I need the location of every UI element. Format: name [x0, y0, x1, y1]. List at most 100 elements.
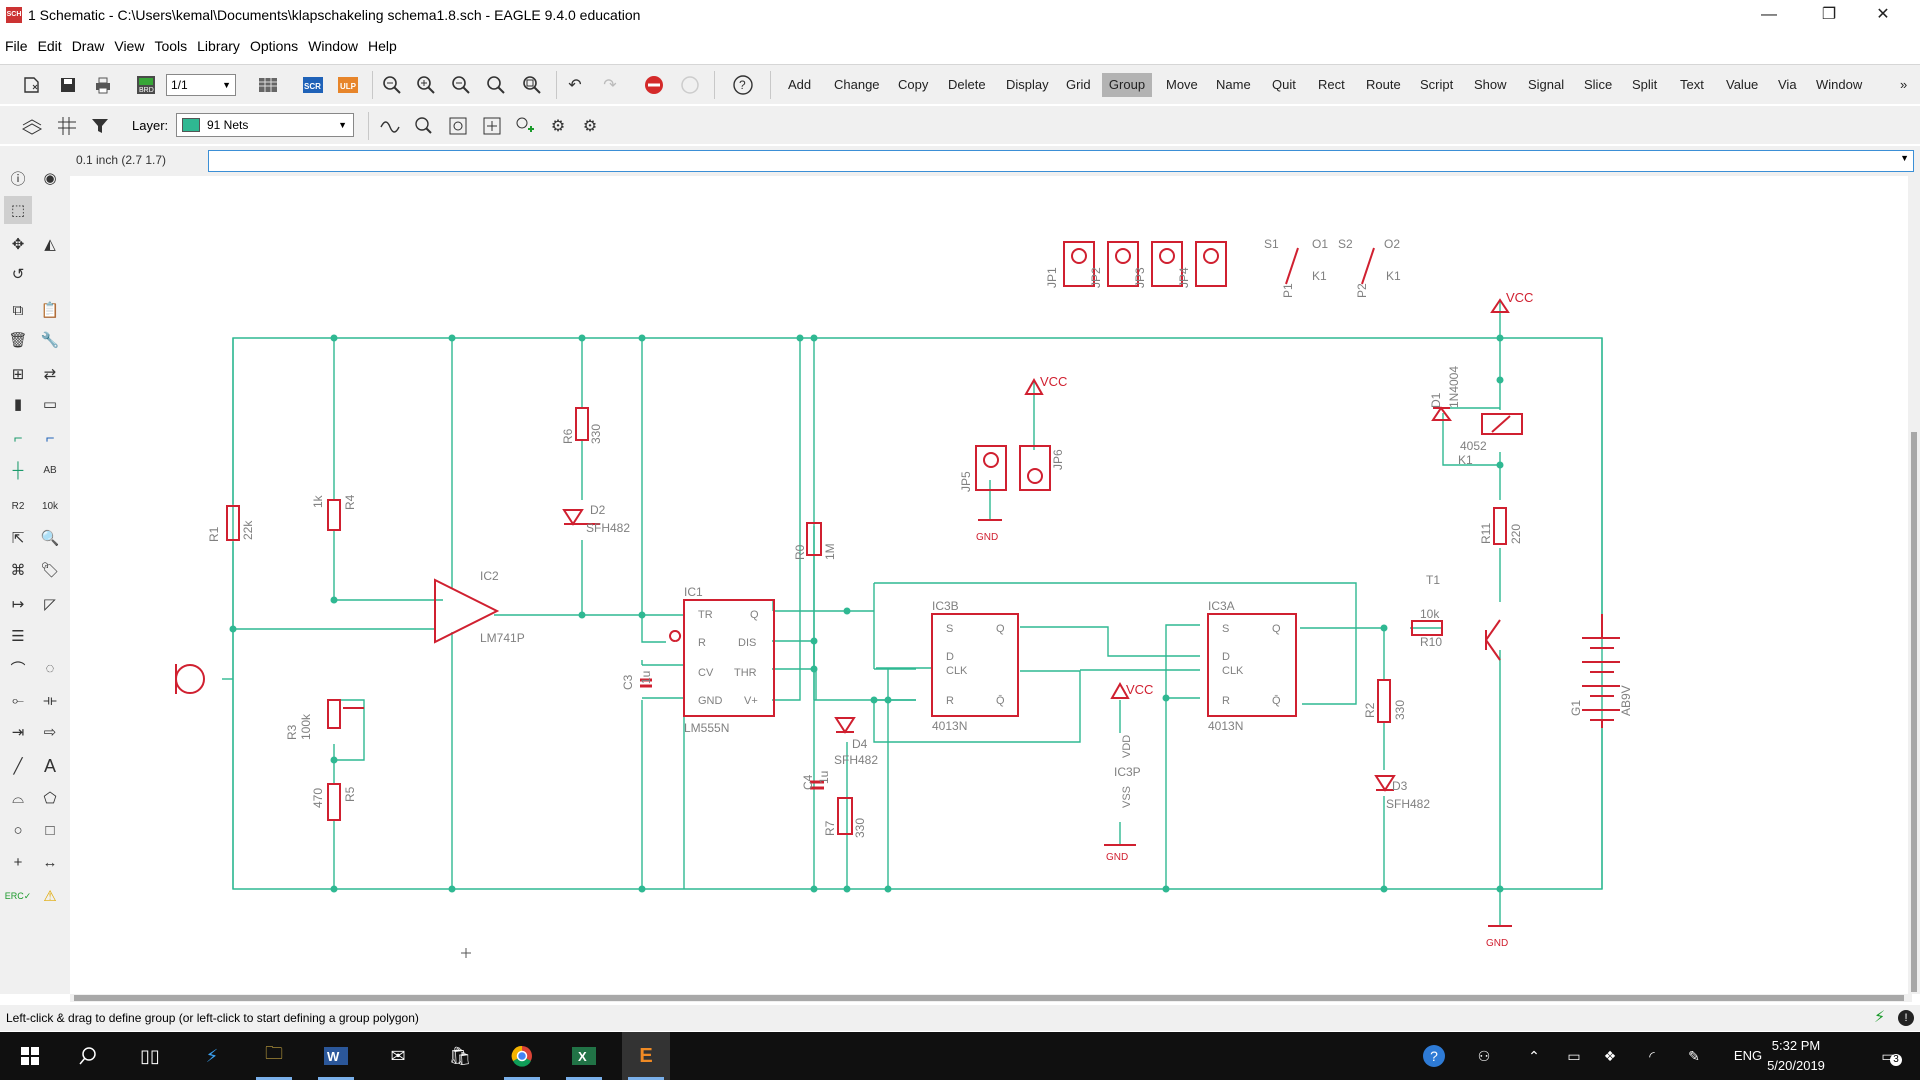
toolbar-overflow-button[interactable]: »: [1896, 73, 1911, 97]
cmd-value[interactable]: Value: [1722, 73, 1762, 97]
menu-tools[interactable]: Tools: [149, 38, 192, 54]
add-net-icon[interactable]: [513, 114, 537, 138]
lightning-icon[interactable]: ⚡: [1874, 1005, 1885, 1031]
polygon-icon[interactable]: ⬠: [36, 784, 64, 812]
chrome-icon[interactable]: [498, 1032, 546, 1080]
info-icon[interactable]: ⓘ: [4, 164, 32, 192]
zoom-redraw-icon[interactable]: [484, 73, 508, 97]
clock[interactable]: 5:32 PM 5/20/2019: [1752, 1036, 1840, 1076]
horizontal-scroll-thumb[interactable]: [74, 995, 1904, 1001]
vertical-scroll-thumb[interactable]: [1911, 432, 1917, 992]
zoom-out-icon[interactable]: [449, 73, 473, 97]
cmd-signal[interactable]: Signal: [1524, 73, 1568, 97]
restore-button[interactable]: ❐: [1806, 0, 1852, 30]
page-select[interactable]: 1/1 ▼: [166, 74, 236, 96]
move-icon[interactable]: ✥: [4, 230, 32, 258]
vertical-scrollbar[interactable]: [1908, 176, 1920, 994]
menu-help[interactable]: Help: [363, 38, 402, 54]
net-icon[interactable]: ⌐: [4, 424, 32, 452]
store-icon[interactable]: 🛍: [436, 1032, 484, 1080]
arc-icon[interactable]: ⌒: [4, 654, 32, 682]
stop-icon[interactable]: [642, 73, 666, 97]
cmd-slice[interactable]: Slice: [1580, 73, 1616, 97]
link-icon[interactable]: ⟜: [4, 686, 32, 714]
delete-icon[interactable]: 🗑: [4, 326, 32, 354]
text-icon[interactable]: A: [36, 752, 64, 780]
cmd-add[interactable]: Add: [784, 73, 815, 97]
command-input[interactable]: ▼: [208, 150, 1914, 172]
circle-icon[interactable]: ○: [4, 816, 32, 844]
print-icon[interactable]: [91, 73, 115, 97]
battery-icon[interactable]: ▭: [1560, 1032, 1588, 1080]
notification-center-icon[interactable]: ▭ 3: [1868, 1032, 1908, 1080]
open-icon[interactable]: [20, 73, 44, 97]
cmd-display[interactable]: Display: [1002, 73, 1053, 97]
redo-icon[interactable]: ↷: [598, 73, 622, 97]
show-icon[interactable]: 🔍: [36, 524, 64, 552]
menu-draw[interactable]: Draw: [67, 38, 110, 54]
add-part-icon[interactable]: ⊞: [4, 360, 32, 388]
cmd-quit[interactable]: Quit: [1268, 73, 1300, 97]
cmd-move[interactable]: Move: [1162, 73, 1202, 97]
zoom-select-icon[interactable]: [520, 73, 544, 97]
value-tool-icon[interactable]: 10k: [36, 492, 64, 520]
mirror-icon[interactable]: ◭: [36, 230, 64, 258]
close-button[interactable]: ✕: [1860, 0, 1906, 30]
cmd-script[interactable]: Script: [1416, 73, 1457, 97]
name-tool-icon[interactable]: R2: [4, 492, 32, 520]
cmd-change[interactable]: Change: [830, 73, 884, 97]
mark-icon[interactable]: +: [4, 848, 32, 876]
layer-settings-icon[interactable]: [20, 114, 44, 138]
word-icon[interactable]: W: [312, 1032, 360, 1080]
schematic-canvas[interactable]: R1 22k 1k R4 R3 100k 470 R5 R6 330 R0 1M…: [70, 176, 1912, 994]
grid-icon[interactable]: [55, 114, 79, 138]
help-icon[interactable]: ?: [731, 73, 755, 97]
text-align-icon[interactable]: ☰: [4, 622, 32, 650]
cmd-text[interactable]: Text: [1676, 73, 1708, 97]
junction-icon[interactable]: ┼: [4, 456, 32, 484]
replace-icon[interactable]: ⇄: [36, 360, 64, 388]
menu-file[interactable]: File: [0, 38, 33, 54]
menu-edit[interactable]: Edit: [33, 38, 67, 54]
stop-command-icon[interactable]: !: [1898, 1010, 1914, 1026]
cmd-delete[interactable]: Delete: [944, 73, 990, 97]
warning-icon[interactable]: ⚠: [36, 882, 64, 910]
save-icon[interactable]: [56, 73, 80, 97]
gear-icon[interactable]: ⚙: [546, 114, 570, 138]
mail-icon[interactable]: ✉: [374, 1032, 422, 1080]
cmd-show[interactable]: Show: [1470, 73, 1511, 97]
undo-icon[interactable]: ↶: [563, 73, 587, 97]
board-icon[interactable]: BRD: [134, 73, 158, 97]
zoom-fit-icon[interactable]: [380, 73, 404, 97]
file-explorer-icon[interactable]: 🗀: [250, 1032, 298, 1080]
cmd-copy[interactable]: Copy: [894, 73, 932, 97]
rectangle-icon[interactable]: □: [36, 816, 64, 844]
cmd-via[interactable]: Via: [1774, 73, 1801, 97]
wire-style-icon[interactable]: [378, 114, 402, 138]
layer-select[interactable]: 91 Nets ▼: [176, 113, 354, 137]
pinswap-icon[interactable]: ⌘: [4, 556, 32, 584]
rotate-icon[interactable]: ↺: [4, 260, 32, 288]
label-icon[interactable]: AB: [36, 456, 64, 484]
menu-library[interactable]: Library: [192, 38, 245, 54]
paste-icon[interactable]: 📋: [36, 296, 64, 324]
show-hidden-icons-icon[interactable]: ⌃: [1520, 1032, 1548, 1080]
cmd-grid[interactable]: Grid: [1062, 73, 1095, 97]
cmd-group[interactable]: Group: [1102, 73, 1152, 97]
miter-icon[interactable]: [412, 114, 436, 138]
arc-draw-icon[interactable]: ⌓: [4, 784, 32, 812]
horizontal-scrollbar[interactable]: [70, 994, 1912, 1002]
group-select-icon[interactable]: ⬚: [4, 196, 32, 224]
help-tray-icon[interactable]: ?: [1418, 1032, 1450, 1080]
link-alt-icon[interactable]: ⟛: [36, 686, 64, 714]
pen-icon[interactable]: ✎: [1680, 1032, 1708, 1080]
dashed-circle-icon[interactable]: ◌: [36, 654, 64, 682]
miter-tool-icon[interactable]: ◸: [36, 590, 64, 618]
cmd-route[interactable]: Route: [1362, 73, 1405, 97]
excel-icon[interactable]: X: [560, 1032, 608, 1080]
menu-view[interactable]: View: [109, 38, 149, 54]
task-view-icon[interactable]: ▯▯: [126, 1032, 174, 1080]
cmd-window[interactable]: Window: [1812, 73, 1866, 97]
bus-tool-icon[interactable]: ⌐: [36, 424, 64, 452]
eye-icon[interactable]: ◉: [36, 164, 64, 192]
